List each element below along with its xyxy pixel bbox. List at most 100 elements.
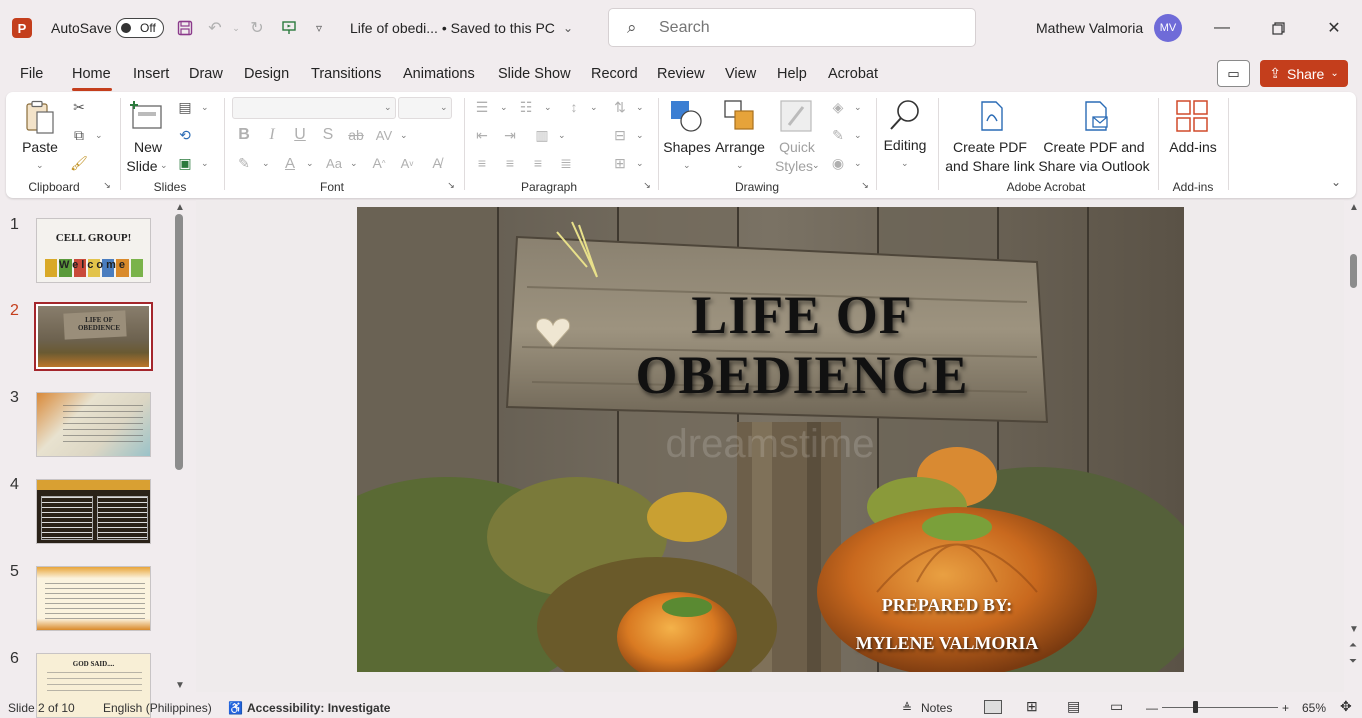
current-slide[interactable]: dreamstime LIFE OF OBEDIENCE PREPARED BY… [357, 207, 1184, 672]
pdf-share-link-icon[interactable] [978, 100, 1006, 132]
chevron-down-icon[interactable]: ⌄ [36, 160, 44, 171]
pdf-outlook-label-1[interactable]: Create PDF and [1038, 138, 1150, 157]
quick-styles-icon[interactable] [778, 98, 814, 134]
chevron-down-icon[interactable]: ⌄ [636, 102, 644, 113]
change-case-icon[interactable]: Aa [322, 152, 346, 174]
undo-icon[interactable]: ↶ [205, 18, 225, 38]
thumbnails-scrollbar[interactable] [175, 214, 183, 470]
shape-fill-icon[interactable]: ◈ [828, 97, 848, 117]
chevron-down-icon[interactable]: ⌄ [590, 102, 598, 113]
text-direction-icon[interactable]: ⇅ [610, 97, 630, 117]
new-slide-label-2[interactable]: Slide [124, 157, 160, 176]
pdf-outlook-label-2[interactable]: Share via Outlook [1038, 157, 1150, 176]
redo-icon[interactable]: ↻ [247, 18, 267, 38]
tab-home[interactable]: Home [72, 66, 111, 82]
tab-slide-show[interactable]: Slide Show [498, 66, 571, 82]
font-name-field[interactable] [232, 97, 396, 119]
underline-button[interactable]: U [290, 124, 310, 146]
dialog-launcher-icon[interactable]: ↘ [102, 180, 112, 190]
close-icon[interactable]: ✕ [1320, 14, 1348, 42]
tab-insert[interactable]: Insert [133, 66, 169, 82]
slide-thumbnail-4[interactable] [36, 479, 151, 544]
zoom-slider[interactable] [1162, 707, 1278, 708]
present-icon[interactable] [279, 18, 299, 38]
accessibility-icon[interactable]: ♿ [228, 701, 243, 715]
zoom-slider-thumb[interactable] [1193, 701, 1198, 713]
autosave-toggle[interactable]: Off [116, 18, 164, 38]
chevron-down-icon[interactable]: ⌄ [400, 130, 408, 141]
quick-styles-label-1[interactable]: Quick [772, 138, 822, 157]
shape-effects-icon[interactable]: ◉ [828, 153, 848, 173]
pdf-share-link-label-2[interactable]: and Share link [942, 157, 1038, 176]
customize-toolbar-icon[interactable]: ▿ [309, 18, 329, 38]
slide-thumbnail-5[interactable] [36, 566, 151, 631]
search-input[interactable] [659, 17, 959, 39]
add-ins-icon[interactable] [1174, 98, 1210, 134]
avatar[interactable]: MV [1154, 14, 1182, 42]
align-center-icon[interactable]: ≡ [500, 153, 520, 173]
tab-review[interactable]: Review [657, 66, 705, 82]
collapse-ribbon-icon[interactable]: ⌄ [1328, 174, 1344, 190]
tab-design[interactable]: Design [244, 66, 289, 82]
chevron-down-icon[interactable]: ⌄ [544, 102, 552, 113]
chevron-down-icon[interactable]: ⌄ [306, 158, 314, 169]
paste-button[interactable]: Paste [20, 138, 60, 157]
tab-record[interactable]: Record [591, 66, 638, 82]
chevron-down-icon[interactable]: ⌄ [812, 160, 820, 171]
language-indicator[interactable]: English (Philippines) [103, 701, 212, 715]
tab-view[interactable]: View [725, 66, 756, 82]
align-text-icon[interactable]: ⊟ [610, 125, 630, 145]
shadow-button[interactable]: S [318, 124, 338, 146]
reset-icon[interactable]: ⟲ [176, 126, 194, 144]
normal-view-icon[interactable] [984, 700, 1002, 714]
scroll-up-icon[interactable]: ▲ [175, 202, 185, 213]
character-spacing-button[interactable]: AV [372, 124, 396, 146]
cut-icon[interactable]: ✂ [70, 98, 88, 116]
scroll-up-icon[interactable]: ▲ [1349, 202, 1359, 213]
chevron-down-icon[interactable]: ⌄ [901, 158, 909, 169]
document-title[interactable]: Life of obedi... • Saved to this PC [350, 20, 555, 36]
chevron-down-icon[interactable]: ⌄ [558, 130, 566, 141]
numbering-icon[interactable]: ☷ [516, 97, 536, 117]
dialog-launcher-icon[interactable]: ↘ [860, 180, 870, 190]
slide-thumbnail-2[interactable]: LIFE OF OBEDIENCE [34, 302, 153, 371]
increase-font-icon[interactable]: A ^ [368, 152, 390, 174]
align-left-icon[interactable]: ≡ [472, 153, 492, 173]
chevron-down-icon[interactable]: ⌄ [500, 102, 508, 113]
arrange-button[interactable]: Arrange [712, 138, 768, 157]
prepared-by-label[interactable]: PREPARED BY: [837, 595, 1057, 616]
shapes-button[interactable]: Shapes [662, 138, 712, 157]
chevron-down-icon[interactable]: ⌄ [201, 102, 209, 113]
copy-icon[interactable]: ⧉ [70, 126, 88, 144]
search-icon[interactable] [886, 96, 924, 134]
slide-thumbnail-3[interactable] [36, 392, 151, 457]
justify-icon[interactable]: ≣ [556, 153, 576, 173]
scroll-down-icon[interactable]: ▼ [175, 680, 185, 691]
chevron-down-icon[interactable]: ⌄ [558, 18, 578, 38]
chevron-down-icon[interactable]: ⌄ [854, 158, 862, 169]
tab-acrobat[interactable]: Acrobat [828, 66, 878, 82]
reading-view-icon[interactable]: ▤ [1067, 698, 1080, 715]
chevron-down-icon[interactable]: ⌄ [636, 130, 644, 141]
arrange-icon[interactable] [722, 98, 758, 134]
chevron-down-icon[interactable]: ⌄ [683, 160, 691, 171]
bold-button[interactable]: B [234, 124, 254, 146]
slide-scrollbar[interactable] [1350, 254, 1357, 288]
slide-show-icon[interactable]: ▭ [1110, 698, 1123, 715]
user-name[interactable]: Mathew Valmoria [1036, 20, 1143, 36]
slide-thumbnail-1[interactable]: CELL GROUP! Welcome [36, 218, 151, 283]
chevron-down-icon[interactable]: ⌄ [636, 158, 644, 169]
chevron-down-icon[interactable]: ⌄ [440, 102, 448, 113]
notes-icon[interactable]: ≜ [902, 701, 912, 715]
tab-animations[interactable]: Animations [403, 66, 475, 82]
chevron-down-icon[interactable]: ⌄ [736, 160, 744, 171]
next-slide-icon[interactable]: ⏷ [1349, 656, 1357, 667]
chevron-down-icon[interactable]: ⌄ [854, 130, 862, 141]
highlight-icon[interactable]: ✎ [234, 152, 254, 174]
columns-icon[interactable]: ▥ [532, 125, 552, 145]
shapes-icon[interactable] [668, 98, 704, 134]
line-spacing-icon[interactable]: ↕ [564, 97, 584, 117]
increase-indent-icon[interactable]: ⇥ [500, 125, 520, 145]
section-icon[interactable]: ▣ [176, 154, 194, 172]
new-slide-label-1[interactable]: New [128, 138, 168, 157]
